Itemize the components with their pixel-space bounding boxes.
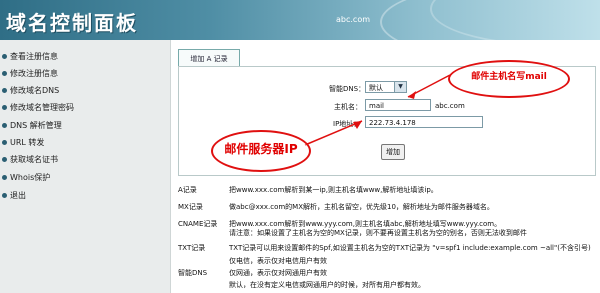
sidebar-item-label: URL 转发 (10, 138, 45, 147)
sidebar-item-label: DNS 解析管理 (10, 121, 62, 130)
sidebar-item-label: 修改域名管理密码 (10, 103, 74, 112)
sidebar-item-edit-registration[interactable]: 修改注册信息 (2, 68, 58, 84)
smart-dns-label: 智能DNS： (329, 85, 366, 93)
sidebar-item-view-registration[interactable]: 查看注册信息 (2, 51, 58, 67)
record-desc: 把www.xxx.com解析到某一ip,则主机名填www,解析地址填该ip。 (229, 186, 438, 194)
bullet-icon (2, 71, 7, 76)
record-desc: TXT记录可以用来设置邮件的Spf,如设置主机名为空的TXT记录为 "v=spf… (229, 244, 591, 252)
sidebar-item-dns-management[interactable]: DNS 解析管理 (2, 120, 62, 136)
record-key: TXT记录 (178, 244, 206, 252)
smart-dns-value: 默认 (369, 84, 383, 92)
bullet-icon (2, 88, 7, 93)
host-suffix: abc.com (435, 102, 465, 110)
record-key: MX记录 (178, 203, 203, 211)
record-key: CNAME记录 (178, 220, 218, 228)
bullet-icon (2, 123, 7, 128)
sidebar-item-label: 修改域名DNS (10, 86, 60, 95)
record-desc: 仅网通，表示仅对网通用户有效 (229, 269, 327, 277)
annotation-mail-ip: 邮件服务器IP (211, 130, 311, 172)
sidebar-item-label: 获取域名证书 (10, 155, 58, 164)
sidebar-item-url-forward[interactable]: URL 转发 (2, 137, 44, 153)
ip-input[interactable]: 222.73.4.178 (365, 116, 483, 128)
sidebar-item-exit[interactable]: 退出 (2, 190, 26, 206)
sidebar: 查看注册信息 修改注册信息 修改域名DNS 修改域名管理密码 DNS 解析管理 … (0, 40, 171, 293)
ip-label: IP地址： (333, 120, 361, 128)
header-banner: 域名控制面板 abc.com (0, 0, 600, 40)
add-button[interactable]: 增加 (381, 144, 405, 160)
sidebar-item-edit-password[interactable]: 修改域名管理密码 (2, 102, 74, 118)
record-key: A记录 (178, 186, 197, 194)
sidebar-item-label: 查看注册信息 (10, 52, 58, 61)
chevron-down-icon: ▼ (394, 82, 406, 92)
sidebar-item-label: 修改注册信息 (10, 69, 58, 78)
record-desc: 做abc@xxx.com的MX解析，主机名留空，优先级10，解析地址为邮件服务器… (229, 203, 494, 211)
host-label: 主机名： (334, 103, 362, 111)
sidebar-item-label: 退出 (10, 191, 26, 200)
bullet-icon (2, 193, 7, 198)
bullet-icon (2, 105, 7, 110)
bullet-icon (2, 157, 7, 162)
smart-dns-select[interactable]: 默认 ▼ (365, 81, 407, 93)
bullet-icon (2, 175, 7, 180)
host-input[interactable]: mail (365, 99, 431, 111)
record-desc: 默认，在没有定义电信或网通用户的时候，对所有用户都有效。 (229, 281, 425, 289)
sidebar-item-whois[interactable]: Whois保护 (2, 172, 50, 188)
sidebar-item-edit-dns[interactable]: 修改域名DNS (2, 85, 59, 101)
record-desc: 请注意：如果设置了主机名为空的MX记录，则不要再设置主机名为空的别名，否则无法收… (229, 229, 527, 237)
record-desc: 仅电信，表示仅对电信用户有效 (229, 257, 327, 265)
bullet-icon (2, 54, 7, 59)
sidebar-item-certificate[interactable]: 获取域名证书 (2, 154, 58, 170)
app-title: 域名控制面板 (6, 11, 138, 35)
header-domain: abc.com (336, 15, 371, 24)
bullet-icon (2, 140, 7, 145)
annotation-mail-host: 邮件主机名写mail (448, 60, 570, 98)
sidebar-item-label: Whois保护 (10, 173, 51, 182)
record-key: 智能DNS (178, 269, 208, 277)
